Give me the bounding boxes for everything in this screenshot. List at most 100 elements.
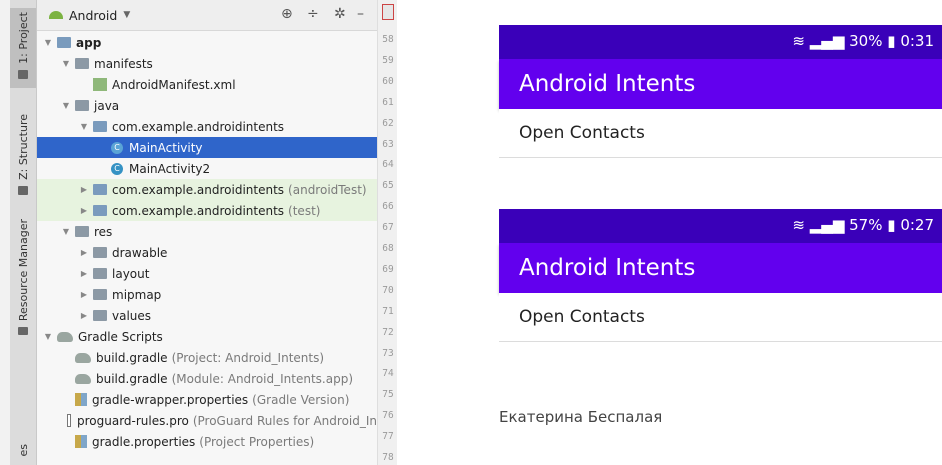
tab-variants-label: es: [16, 444, 30, 457]
phone-screen-1: ≋ ▂▄▆ 30% ▮ 0:31 Android Intents Open Co…: [499, 25, 942, 158]
tab-project-label: 1: Project: [16, 12, 30, 64]
line-number: 65: [382, 180, 394, 192]
tree-item[interactable]: ▶ values: [37, 305, 377, 326]
package-icon: [93, 121, 107, 132]
minimize-icon[interactable]: –: [357, 7, 364, 21]
tree-item[interactable]: ▶ drawable: [37, 242, 377, 263]
tree-item[interactable]: AndroidManifest.xml: [37, 74, 377, 95]
properties-icon: [75, 435, 87, 448]
tree-item-label: build.gradle: [96, 350, 168, 365]
expand-down-icon[interactable]: ▼: [61, 101, 71, 110]
tab-structure[interactable]: Z: Structure: [10, 110, 36, 200]
class-icon: C: [111, 141, 123, 154]
line-number: 72: [382, 326, 394, 338]
gradle-icon: [57, 331, 73, 342]
tree-item[interactable]: proguard-rules.pro (ProGuard Rules for An…: [37, 410, 377, 431]
locate-icon[interactable]: ⊕: [281, 7, 293, 21]
expand-right-icon[interactable]: ▶: [79, 185, 89, 194]
tree-item-label: MainActivity: [129, 140, 203, 155]
open-contacts-item[interactable]: Open Contacts: [499, 293, 942, 342]
gear-icon[interactable]: ✲: [334, 7, 346, 21]
tree-item[interactable]: ▶ com.example.androidintents (test): [37, 200, 377, 221]
chevron-down-icon[interactable]: ▼: [123, 10, 130, 20]
battery-percent: 57%: [849, 216, 883, 234]
collapse-all-icon[interactable]: ÷: [307, 7, 319, 21]
expand-down-icon[interactable]: ▼: [43, 332, 53, 341]
tree-item-label: manifests: [94, 56, 153, 71]
folder-icon: [93, 247, 107, 258]
line-number: 75: [382, 389, 394, 401]
folder-icon: [75, 100, 89, 111]
line-number: 59: [382, 54, 394, 66]
phone-screen-2: ≋ ▂▄▆ 57% ▮ 0:27 Android Intents Open Co…: [499, 209, 942, 342]
tree-item[interactable]: ▶ mipmap: [37, 284, 377, 305]
tree-item[interactable]: ▼ java: [37, 95, 377, 116]
tree-item[interactable]: C MainActivity: [37, 137, 377, 158]
battery-icon: ▮: [887, 216, 896, 234]
view-selector[interactable]: Android: [69, 8, 117, 23]
ide-project-window: 1: Project Z: Structure Resource Manager…: [0, 0, 397, 465]
android-icon: [49, 11, 63, 19]
expand-down-icon[interactable]: ▼: [61, 59, 71, 68]
tree-item[interactable]: ▶ layout: [37, 263, 377, 284]
line-number: 62: [382, 117, 394, 129]
class-icon: C: [111, 162, 123, 175]
tab-project[interactable]: 1: Project: [10, 8, 36, 88]
tree-item[interactable]: ▶ com.example.androidintents (androidTest): [37, 179, 377, 200]
expand-down-icon[interactable]: ▼: [43, 38, 53, 47]
battery-icon: ▮: [887, 32, 896, 50]
folder-icon: [93, 310, 107, 321]
tree-item[interactable]: build.gradle (Project: Android_Intents): [37, 347, 377, 368]
tree-item-label: app: [76, 35, 102, 50]
editor-gutter: 58 59 60 61 62 63 64 65 66 67 68 69 70 71 72 73 74 75 76 77…: [377, 0, 397, 465]
tree-item-label: AndroidManifest.xml: [112, 77, 236, 92]
text-file-icon: [67, 414, 71, 427]
resource-manager-icon: [18, 327, 28, 335]
project-panel: Android ▼ ⊕ ÷ ✲ – ▼ app ▼ manifests AndroidM…: [37, 0, 377, 465]
tree-item-detail: (Project: Android_Intents): [171, 350, 325, 365]
tree-item[interactable]: ▼ res: [37, 221, 377, 242]
tree-item[interactable]: C MainActivity2: [37, 158, 377, 179]
expand-right-icon[interactable]: ▶: [79, 290, 89, 299]
tree-item[interactable]: gradle.properties (Project Properties): [37, 431, 377, 452]
structure-icon: [18, 185, 28, 195]
tree-item-label: res: [94, 224, 113, 239]
expand-right-icon[interactable]: ▶: [79, 206, 89, 215]
line-number: 63: [382, 138, 394, 150]
tree-item[interactable]: gradle-wrapper.properties (Gradle Version…: [37, 389, 377, 410]
line-number: 71: [382, 305, 394, 317]
tool-window-strip: 1: Project Z: Structure Resource Manager…: [10, 0, 37, 465]
tree-item-label: com.example.androidintents: [112, 203, 285, 218]
tree-item[interactable]: ▼ com.example.androidintents: [37, 116, 377, 137]
tree-item[interactable]: ▼ app: [37, 32, 377, 53]
tree-item-label: com.example.androidintents: [112, 182, 285, 197]
expand-down-icon[interactable]: ▼: [79, 122, 89, 131]
line-number: 77: [382, 431, 394, 443]
tree-item-detail: (Project Properties): [199, 434, 315, 449]
line-number: 76: [382, 410, 394, 422]
tab-variants[interactable]: es: [10, 440, 36, 465]
signal-icon: ▂▄▆: [809, 216, 845, 234]
line-number: 64: [382, 159, 394, 171]
tab-structure-label: Z: Structure: [16, 114, 30, 180]
module-icon: [57, 37, 71, 48]
expand-right-icon[interactable]: ▶: [79, 269, 89, 278]
tree-item-label: proguard-rules.pro: [77, 413, 189, 428]
battery-percent: 30%: [849, 32, 883, 50]
tree-item-label: layout: [112, 266, 150, 281]
tree-item-label: mipmap: [112, 287, 162, 302]
open-contacts-item[interactable]: Open Contacts: [499, 109, 942, 158]
tab-resource-manager-label: Resource Manager: [16, 219, 30, 322]
tree-item[interactable]: ▼ manifests: [37, 53, 377, 74]
signal-icon: ▂▄▆: [809, 32, 845, 50]
status-bar: ≋ ▂▄▆ 30% ▮ 0:31: [499, 25, 942, 59]
tree-item-label: gradle-wrapper.properties: [92, 392, 249, 407]
tree-item-label: build.gradle: [96, 371, 168, 386]
tree-item[interactable]: build.gradle (Module: Android_Intents.app…: [37, 368, 377, 389]
expand-right-icon[interactable]: ▶: [79, 311, 89, 320]
expand-down-icon[interactable]: ▼: [61, 227, 71, 236]
line-number: 66: [382, 201, 394, 213]
tree-item[interactable]: ▼ Gradle Scripts: [37, 326, 377, 347]
expand-right-icon[interactable]: ▶: [79, 248, 89, 257]
tab-resource-manager[interactable]: Resource Manager: [10, 215, 36, 335]
